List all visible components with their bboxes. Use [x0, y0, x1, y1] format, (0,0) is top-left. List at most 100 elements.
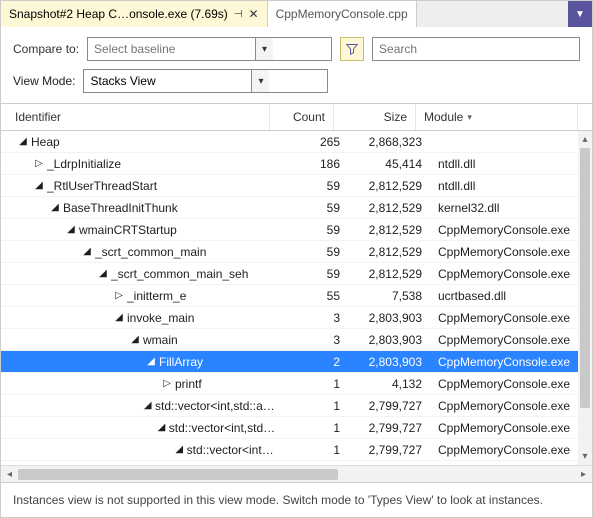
cell-identifier: ◢FillArray: [1, 355, 284, 369]
cell-identifier: ▷printf: [1, 377, 284, 391]
tree-expand-icon[interactable]: ▷: [33, 158, 45, 169]
header-count[interactable]: Count: [270, 104, 334, 130]
identifier-label: _scrt_common_main: [95, 245, 206, 259]
tree-collapse-icon[interactable]: ◢: [17, 136, 29, 147]
table-row[interactable]: ◢std::vector<int,std::alloc…12,799,727Cp…: [1, 395, 592, 417]
tree-collapse-icon[interactable]: ◢: [143, 400, 154, 411]
scroll-down-icon[interactable]: ▾: [578, 448, 592, 465]
identifier-label: std::vector<int,std::alloc…: [155, 399, 276, 413]
tab-overflow[interactable]: ▼: [568, 1, 592, 27]
baseline-input[interactable]: [88, 38, 255, 60]
cell-identifier: ◢Heap: [1, 135, 284, 149]
table-row[interactable]: ◢invoke_main32,803,903CppMemoryConsole.e…: [1, 307, 592, 329]
tree-collapse-icon[interactable]: ◢: [97, 268, 109, 279]
tree-collapse-icon[interactable]: ◢: [65, 224, 77, 235]
table-row[interactable]: ▷_LdrpInitialize18645,414ntdll.dll: [1, 153, 592, 175]
tree-expand-icon[interactable]: ▷: [161, 378, 173, 389]
cell-size: 2,812,529: [348, 223, 430, 237]
tree-collapse-icon[interactable]: ◢: [129, 334, 141, 345]
cell-count: 1: [284, 377, 348, 391]
close-icon[interactable]: ✕: [249, 7, 259, 21]
tree-collapse-icon[interactable]: ◢: [113, 312, 125, 323]
cell-module: kernel32.dll: [430, 201, 592, 215]
identifier-label: std::vector<int,std::al…: [169, 421, 276, 435]
cell-module: CppMemoryConsole.exe: [430, 421, 592, 435]
hscroll-track[interactable]: [18, 466, 575, 482]
filter-button[interactable]: [340, 37, 364, 61]
cell-count: 265: [284, 135, 348, 149]
table-row[interactable]: ◢std::vector<int,std::al…12,799,727CppMe…: [1, 417, 592, 439]
viewmode-drop-icon[interactable]: ▾: [251, 70, 269, 92]
cell-count: 59: [284, 245, 348, 259]
identifier-label: printf: [175, 377, 202, 391]
table-row[interactable]: ◢std::vector<int,st…12,799,727CppMemoryC…: [1, 439, 592, 461]
cell-module: CppMemoryConsole.exe: [430, 377, 592, 391]
identifier-label: Heap: [31, 135, 60, 149]
table-row[interactable]: ◢wmain32,803,903CppMemoryConsole.exe: [1, 329, 592, 351]
cell-size: 45,414: [348, 157, 430, 171]
cell-module: CppMemoryConsole.exe: [430, 267, 592, 281]
tree-collapse-icon[interactable]: ◢: [145, 356, 157, 367]
vertical-scrollbar[interactable]: ▴ ▾: [578, 131, 592, 465]
header-identifier[interactable]: Identifier: [1, 104, 270, 130]
header-module[interactable]: Module▾: [416, 104, 578, 130]
cell-count: 186: [284, 157, 348, 171]
horizontal-scrollbar[interactable]: ◂ ▸: [1, 465, 592, 482]
cell-module: ntdll.dll: [430, 179, 592, 193]
cell-identifier: ▷_LdrpInitialize: [1, 157, 284, 171]
heap-grid: Identifier Count Size Module▾ ◢Heap2652,…: [1, 103, 592, 482]
table-row[interactable]: ◢_scrt_common_main592,812,529CppMemoryCo…: [1, 241, 592, 263]
cell-count: 55: [284, 289, 348, 303]
tree-collapse-icon[interactable]: ◢: [81, 246, 93, 257]
table-row[interactable]: ◢FillArray22,803,903CppMemoryConsole.exe: [1, 351, 592, 373]
scroll-up-icon[interactable]: ▴: [578, 131, 592, 148]
pin-icon[interactable]: ⊣: [234, 9, 243, 20]
scroll-right-icon[interactable]: ▸: [575, 466, 592, 483]
cell-size: 2,812,529: [348, 201, 430, 215]
identifier-label: _RtlUserThreadStart: [47, 179, 157, 193]
compare-toolbar: Compare to: ▾: [1, 27, 592, 63]
search-box[interactable]: [372, 37, 580, 61]
cell-size: 2,812,529: [348, 179, 430, 193]
tree-collapse-icon[interactable]: ◢: [49, 202, 61, 213]
scroll-left-icon[interactable]: ◂: [1, 466, 18, 483]
filter-icon: [346, 43, 358, 55]
cell-size: 2,812,529: [348, 267, 430, 281]
vscroll-track[interactable]: [578, 148, 592, 448]
tab-snapshot[interactable]: Snapshot#2 Heap C…onsole.exe (7.69s) ⊣ ✕: [1, 1, 267, 27]
identifier-label: invoke_main: [127, 311, 194, 325]
table-row[interactable]: ◢_scrt_common_main_seh592,812,529CppMemo…: [1, 263, 592, 285]
cell-size: 2,812,529: [348, 245, 430, 259]
cell-size: 4,132: [348, 377, 430, 391]
table-row[interactable]: ◢_RtlUserThreadStart592,812,529ntdll.dll: [1, 175, 592, 197]
table-row[interactable]: ▷printf14,132CppMemoryConsole.exe: [1, 373, 592, 395]
cell-identifier: ◢_scrt_common_main_seh: [1, 267, 284, 281]
table-row[interactable]: ◢Heap2652,868,323: [1, 131, 592, 153]
identifier-label: _LdrpInitialize: [47, 157, 121, 171]
header-size[interactable]: Size: [334, 104, 416, 130]
chevron-down-icon: ▼: [575, 9, 585, 20]
cell-module: CppMemoryConsole.exe: [430, 355, 592, 369]
table-row[interactable]: ◢BaseThreadInitThunk592,812,529kernel32.…: [1, 197, 592, 219]
cell-count: 1: [284, 421, 348, 435]
view-mode-label: View Mode:: [13, 74, 75, 88]
search-input[interactable]: [373, 38, 579, 60]
tree-collapse-icon[interactable]: ◢: [156, 422, 167, 433]
vscroll-thumb[interactable]: [580, 148, 590, 408]
baseline-drop-icon[interactable]: ▾: [255, 38, 273, 60]
tree-expand-icon[interactable]: ▷: [113, 290, 125, 301]
hscroll-thumb[interactable]: [18, 469, 338, 480]
table-row[interactable]: ◢wmainCRTStartup592,812,529CppMemoryCons…: [1, 219, 592, 241]
cell-identifier: ▷_initterm_e: [1, 289, 284, 303]
identifier-label: _scrt_common_main_seh: [111, 267, 248, 281]
cell-module: CppMemoryConsole.exe: [430, 311, 592, 325]
baseline-combo[interactable]: ▾: [87, 37, 332, 61]
identifier-label: wmain: [143, 333, 178, 347]
viewmode-value[interactable]: [84, 70, 251, 92]
tree-collapse-icon[interactable]: ◢: [174, 444, 185, 455]
viewmode-combo[interactable]: ▾: [83, 69, 328, 93]
sort-indicator-icon: ▾: [467, 112, 472, 123]
tree-collapse-icon[interactable]: ◢: [33, 180, 45, 191]
table-row[interactable]: ▷_initterm_e557,538ucrtbased.dll: [1, 285, 592, 307]
tab-source-file[interactable]: CppMemoryConsole.cpp: [267, 1, 417, 27]
